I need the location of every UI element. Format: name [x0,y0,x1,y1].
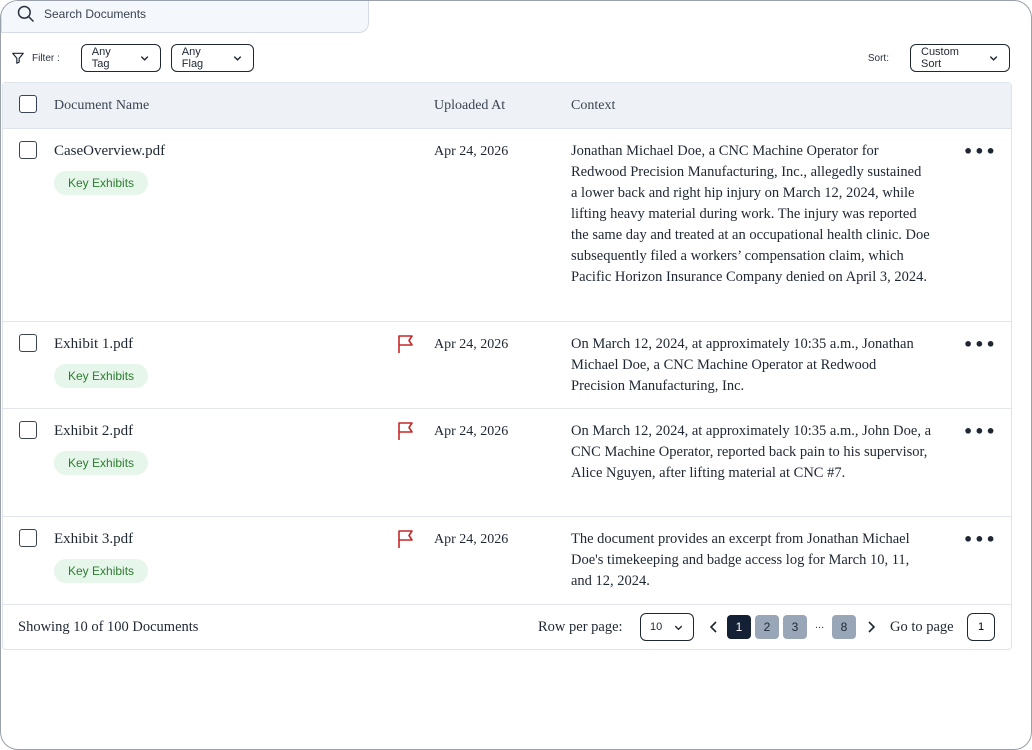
more-options-icon[interactable]: ••• [963,532,997,548]
previous-page-icon[interactable] [707,620,721,634]
filter-label: Filter : [32,52,60,64]
document-name-link[interactable]: CaseOverview.pdf [54,143,165,160]
document-name-link[interactable]: Exhibit 1.pdf [54,336,133,353]
page-button-8[interactable]: 8 [832,615,856,639]
filter-icon [12,52,24,64]
tag-filter-dropdown[interactable]: Any Tag [80,44,161,72]
sort-bar: Sort: Custom Sort [868,44,1010,72]
next-page-icon[interactable] [864,620,878,634]
row-checkbox[interactable] [19,421,37,439]
context-text: On March 12, 2024, at approximately 10:3… [571,423,932,481]
search-icon [17,5,35,22]
page-ellipsis: ... [815,619,825,631]
table-row[interactable]: Exhibit 2.pdf Key Exhibits Apr 24, 2026 … [3,409,1011,517]
row-checkbox[interactable] [19,334,37,352]
flag-filter-dropdown[interactable]: Any Flag [170,44,254,72]
uploaded-date: Apr 24, 2026 [434,532,509,547]
uploaded-date: Apr 24, 2026 [434,144,509,159]
rows-per-page-value: 10 [650,621,663,633]
flag-icon[interactable] [397,334,415,354]
page-button-2[interactable]: 2 [755,615,779,639]
page-button-3[interactable]: 3 [783,615,807,639]
tag-badge[interactable]: Key Exhibits [54,559,149,583]
filter-bar: Filter : Any Tag Any Flag [11,44,254,72]
row-checkbox[interactable] [19,141,37,159]
tag-badge[interactable]: Key Exhibits [54,451,149,475]
uploaded-date: Apr 24, 2026 [434,337,509,352]
more-options-icon[interactable]: ••• [963,337,997,353]
rows-per-page-dropdown[interactable]: 10 [640,613,694,641]
column-header-uploaded-at[interactable]: Uploaded At [434,98,505,114]
column-header-context: Context [571,98,616,113]
document-name-link[interactable]: Exhibit 3.pdf [54,531,133,548]
flag-icon[interactable] [397,529,415,549]
search-input[interactable] [44,6,344,21]
documents-table: Document Name Uploaded At Context CaseOv… [2,82,1012,650]
table-row[interactable]: CaseOverview.pdf Key Exhibits Apr 24, 20… [3,129,1011,322]
sort-label: Sort: [867,52,889,64]
context-text: The document provides an excerpt from Jo… [571,531,910,589]
row-checkbox[interactable] [19,529,37,547]
chevron-down-icon [233,56,241,61]
context-text: On March 12, 2024, at approximately 10:3… [571,336,914,394]
table-footer: Showing 10 of 100 Documents Row per page… [3,605,1011,650]
chevron-down-icon [989,56,998,61]
column-header-document-name[interactable]: Document Name [54,98,149,114]
rows-per-page-label: Row per page: [538,619,623,635]
go-to-page-label: Go to page [890,619,954,635]
table-row[interactable]: Exhibit 1.pdf Key Exhibits Apr 24, 2026 … [3,322,1011,409]
table-header: Document Name Uploaded At Context [3,83,1011,129]
chevron-down-icon [674,625,683,630]
tag-filter-value: Any Tag [91,46,111,70]
tag-badge[interactable]: Key Exhibits [54,171,149,195]
search-bar[interactable] [1,1,369,33]
chevron-down-icon [140,56,148,61]
table-row[interactable]: Exhibit 3.pdf Key Exhibits Apr 24, 2026 … [3,517,1011,605]
sort-value: Custom Sort [921,46,959,70]
uploaded-date: Apr 24, 2026 [434,424,509,439]
more-options-icon[interactable]: ••• [963,424,997,440]
flag-filter-value: Any Flag [181,46,204,70]
go-to-page-input[interactable] [967,613,995,641]
sort-dropdown[interactable]: Custom Sort [910,44,1010,72]
select-all-checkbox[interactable] [19,95,37,113]
app-window: Filter : Any Tag Any Flag Sort: Custom S… [0,0,1032,750]
more-options-icon[interactable]: ••• [963,144,997,160]
context-text: Jonathan Michael Doe, a CNC Machine Oper… [571,143,930,285]
page-button-1[interactable]: 1 [727,615,751,639]
showing-count: Showing 10 of 100 Documents [18,619,199,635]
document-name-link[interactable]: Exhibit 2.pdf [54,423,133,440]
tag-badge[interactable]: Key Exhibits [54,364,149,388]
flag-icon[interactable] [397,421,415,441]
